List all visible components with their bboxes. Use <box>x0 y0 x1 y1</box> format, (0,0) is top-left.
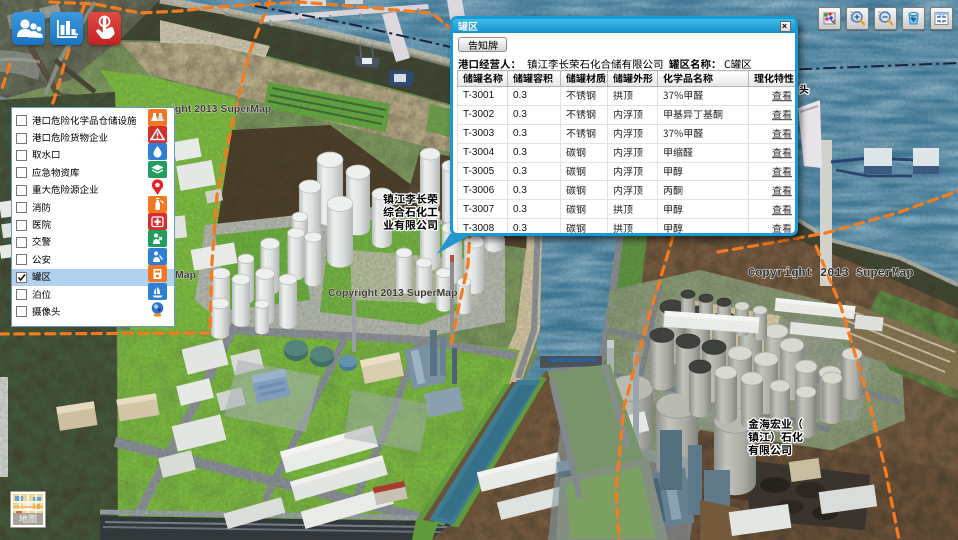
svg-text:Copyright 2013 SuperMap: Copyright 2013 SuperMap <box>328 287 458 299</box>
svg-text:Map: Map <box>175 269 196 281</box>
svg-text:Copyright 2013 SuperMap: Copyright 2013 SuperMap <box>748 266 914 280</box>
svg-text:ight 2013 SuperMap: ight 2013 SuperMap <box>172 103 271 115</box>
